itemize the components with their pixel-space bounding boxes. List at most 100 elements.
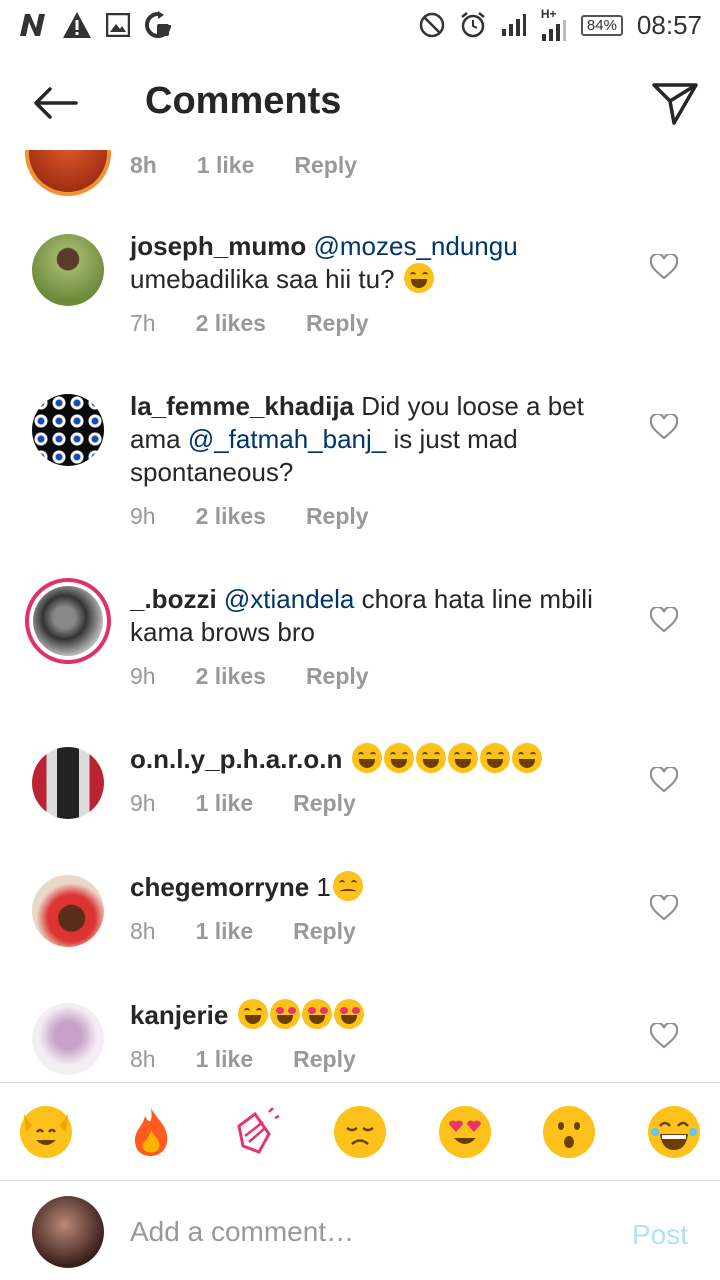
comment-username[interactable]: kanjerie (130, 1000, 228, 1030)
laughing-emoji (447, 743, 478, 773)
comment-mention[interactable]: @xtiandela (224, 584, 354, 614)
share-button[interactable] (650, 78, 700, 128)
battery-indicator: 84% (580, 14, 623, 36)
comment-text: o.n.l.y_p.h.a.r.o.n (130, 743, 610, 776)
likes-count[interactable]: 1 like (197, 152, 255, 179)
likes-count[interactable]: 1 like (196, 1046, 254, 1073)
back-button[interactable] (30, 80, 80, 126)
header: Comments (0, 50, 720, 156)
reply-button[interactable]: Reply (293, 790, 356, 817)
comment-time: 7h (130, 310, 156, 336)
comment-input-bar: Post (0, 1180, 720, 1280)
comment-username[interactable]: joseph_mumo (130, 231, 306, 261)
likes-count[interactable]: 1 like (196, 790, 254, 817)
image-icon (106, 13, 130, 37)
n-app-icon (18, 12, 48, 38)
back-arrow-icon (34, 87, 78, 119)
avatar[interactable] (32, 1003, 104, 1075)
status-left (18, 11, 172, 39)
heart-icon[interactable] (650, 767, 678, 793)
list-item: 8h 1 like Reply (0, 150, 720, 196)
comment-time: 9h (130, 790, 156, 816)
comment-time: 9h (130, 503, 156, 529)
reply-button[interactable]: Reply (293, 918, 356, 945)
likes-count[interactable]: 1 like (196, 918, 254, 945)
comment-username[interactable]: chegemorryne (130, 872, 309, 902)
heart-icon[interactable] (650, 1023, 678, 1049)
comment-mention[interactable]: @mozes_ndungu (313, 231, 517, 261)
heart-eyes-emoji (301, 999, 332, 1029)
heart-eyes-emoji (269, 999, 300, 1029)
heart-icon[interactable] (650, 254, 678, 280)
page-title: Comments (145, 80, 342, 122)
laughing-emoji (415, 743, 446, 773)
laughing-face-emoji-button[interactable] (647, 1105, 700, 1158)
likes-count[interactable]: 2 likes (196, 310, 266, 337)
laughing-emoji (237, 999, 268, 1029)
comment-body: umebadilika saa hii tu? (130, 264, 395, 294)
reply-button[interactable]: Reply (306, 503, 369, 530)
avatar[interactable] (25, 150, 111, 196)
comment-meta: 9h 2 likes Reply (130, 663, 369, 690)
surprised-face-emoji-button[interactable] (543, 1105, 596, 1158)
warning-icon (62, 11, 92, 39)
avatar[interactable] (32, 394, 104, 466)
avatar[interactable] (32, 234, 104, 306)
comment-meta: 9h 1 like Reply (130, 790, 356, 817)
comment-meta: 8h 1 like Reply (130, 1046, 356, 1073)
signal-hplus-icon: H+ (541, 8, 567, 42)
comment-mention[interactable]: @_fatmah_banj_ (188, 424, 386, 454)
comment-time: 8h (130, 152, 157, 178)
comment-username[interactable]: o.n.l.y_p.h.a.r.o.n (130, 744, 342, 774)
avatar[interactable] (25, 578, 111, 664)
comment-username[interactable]: _.bozzi (130, 584, 217, 614)
network-type: H+ (540, 7, 557, 21)
clapping-hands-emoji-button[interactable] (229, 1106, 281, 1158)
alarm-icon (459, 11, 487, 39)
comment-meta: 7h 2 likes Reply (130, 310, 369, 337)
likes-count[interactable]: 2 likes (196, 503, 266, 530)
reply-button[interactable]: Reply (294, 152, 357, 179)
fire-emoji-button[interactable] (125, 1106, 177, 1158)
quick-emoji-bar (0, 1082, 720, 1180)
heart-icon[interactable] (650, 895, 678, 921)
laughing-emoji (383, 743, 414, 773)
status-right: H+ 84% 08:57 (419, 8, 702, 42)
heart-eyes-emoji-button[interactable] (438, 1105, 491, 1158)
heart-icon[interactable] (650, 414, 678, 440)
comment-input[interactable] (130, 1207, 600, 1257)
sad-face-emoji-button[interactable] (333, 1105, 386, 1158)
avatar[interactable] (32, 747, 104, 819)
avatar[interactable] (32, 875, 104, 947)
likes-count[interactable]: 2 likes (196, 663, 266, 690)
laughing-emoji (403, 263, 434, 293)
reply-button[interactable]: Reply (306, 310, 369, 337)
comment-meta: 8h 1 like Reply (130, 152, 357, 179)
post-button[interactable]: Post (632, 1219, 688, 1251)
comment-username[interactable]: la_femme_khadija (130, 391, 354, 421)
clock: 08:57 (636, 9, 702, 40)
comment-text: joseph_mumo @mozes_ndungu umebadilika sa… (130, 230, 610, 296)
heart-eyes-emoji (333, 999, 364, 1029)
paper-plane-icon (652, 83, 698, 125)
comment-text: kanjerie (130, 999, 610, 1032)
heart-icon[interactable] (650, 607, 678, 633)
reply-button[interactable]: Reply (293, 1046, 356, 1073)
reply-button[interactable]: Reply (306, 663, 369, 690)
comment-text: _.bozzi @xtiandela chora hata line mbili… (130, 583, 610, 649)
laughing-emoji (351, 743, 382, 773)
comment-time: 9h (130, 663, 156, 689)
comment-text: la_femme_khadija Did you loose a bet ama… (130, 390, 610, 489)
raising-hands-emoji-button[interactable] (20, 1105, 72, 1158)
laughing-emoji (479, 743, 510, 773)
comment-list[interactable]: 8h 1 like Reply joseph_mumo @mozes_ndung… (0, 150, 720, 1082)
comment-text: chegemorryne 1 (130, 871, 610, 904)
status-bar: H+ 84% 08:57 (0, 0, 720, 50)
sad-emoji (332, 871, 363, 901)
comment-time: 8h (130, 918, 156, 944)
comment-body: 1 (316, 872, 331, 902)
comment-meta: 9h 2 likes Reply (130, 503, 369, 530)
laughing-emoji (511, 743, 542, 773)
my-avatar (32, 1196, 104, 1268)
do-not-disturb-icon (419, 12, 445, 38)
